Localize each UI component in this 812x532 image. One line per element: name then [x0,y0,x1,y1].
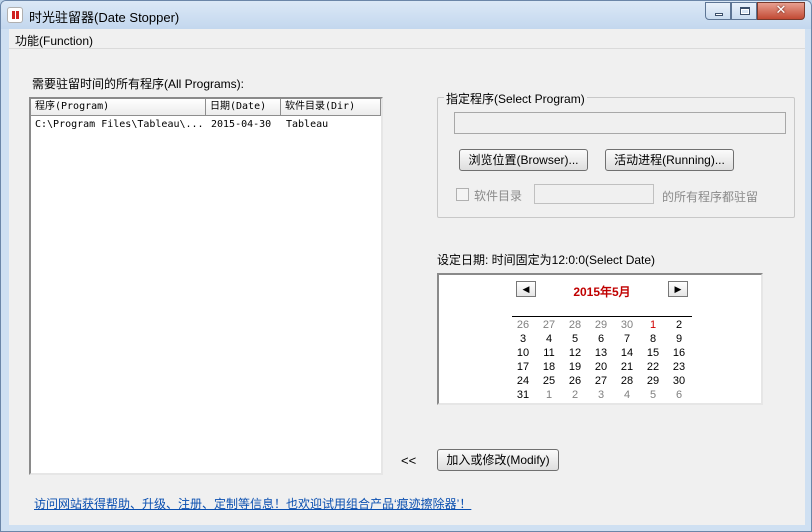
calendar-day[interactable]: 26 [562,374,588,388]
client-area: 功能(Function) 需要驻留时间的所有程序(All Programs): … [9,29,805,525]
calendar-day[interactable]: 16 [666,346,692,360]
calendar-day[interactable]: 30 [666,374,692,388]
cell-dir: Tableau [286,119,329,130]
column-header-dir[interactable]: 软件目录(Dir) [281,99,381,115]
calendar-day[interactable]: 10 [510,346,536,360]
calendar-week-row: 17 18 19 20 21 22 23 [510,360,692,374]
window-title: 时光驻留器(Date Stopper) [29,10,180,25]
date-calendar[interactable]: ◀ 2015年5月 ▶ 26 27 28 29 30 1 2 3 4 5 6 7 8 9 10 11 12 13 1… [437,273,763,405]
calendar-day[interactable]: 21 [614,360,640,374]
calendar-day[interactable]: 27 [536,318,562,332]
calendar-day[interactable]: 4 [614,388,640,402]
calendar-day[interactable]: 7 [614,332,640,346]
dir-checkbox-label: 软件目录 [474,189,523,203]
all-programs-label: 需要驻留时间的所有程序(All Programs): [32,77,245,91]
calendar-day[interactable]: 14 [614,346,640,360]
maximize-icon [740,7,750,15]
calendar-day[interactable]: 28 [614,374,640,388]
maximize-button[interactable] [731,2,757,20]
app-window: 时光驻留器(Date Stopper) ✕ 功能(Function) 需要驻留时… [0,0,812,532]
next-month-button[interactable]: ▶ [668,281,688,297]
calendar-day[interactable]: 5 [562,332,588,346]
calendar-day[interactable]: 5 [640,388,666,402]
prev-month-button[interactable]: ◀ [516,281,536,297]
dir-suffix-label: 的所有程序都驻留 [662,190,759,204]
modify-button[interactable]: 加入或修改(Modify) [437,449,559,471]
calendar-day[interactable]: 9 [666,332,692,346]
calendar-day[interactable]: 2 [666,318,692,332]
calendar-day[interactable]: 15 [640,346,666,360]
program-path-field[interactable] [454,112,786,134]
calendar-week-row: 3456789 [510,332,692,346]
calendar-divider [512,316,692,317]
running-process-button[interactable]: 活动进程(Running)... [605,149,734,171]
calendar-day[interactable]: 20 [588,360,614,374]
calendar-day[interactable]: 1 [536,388,562,402]
program-list[interactable]: 程序(Program) 日期(Date) 软件目录(Dir) C:\Progra… [29,97,383,475]
calendar-day[interactable]: 22 [640,360,666,374]
select-program-legend: 指定程序(Select Program) [444,90,587,107]
list-header: 程序(Program) 日期(Date) 软件目录(Dir) [31,99,381,116]
calendar-day[interactable]: 4 [536,332,562,346]
calendar-day[interactable]: 29 [588,318,614,332]
calendar-day[interactable]: 11 [536,346,562,360]
dir-checkbox[interactable] [456,188,469,201]
menu-function[interactable]: 功能(Function) [13,31,95,50]
calendar-day[interactable]: 8 [640,332,666,346]
calendar-day[interactable]: 31 [510,388,536,402]
calendar-week-row: 10 11 12 13 14 15 16 [510,346,692,360]
calendar-day[interactable]: 12 [562,346,588,360]
dir-field[interactable] [534,184,654,204]
calendar-day[interactable]: 30 [614,318,640,332]
calendar-day[interactable]: 17 [510,360,536,374]
cell-program: C:\Program Files\Tableau\... [35,119,204,130]
title-bar[interactable]: 时光驻留器(Date Stopper) ✕ [1,1,811,29]
list-item[interactable]: C:\Program Files\Tableau\... 2015-04-30 … [31,117,381,133]
calendar-day[interactable]: 26 [510,318,536,332]
calendar-day[interactable]: 28 [562,318,588,332]
calendar-day[interactable]: 24 [510,374,536,388]
date-label: 设定日期: 时间固定为12:0:0(Select Date) [437,253,656,267]
footer-help-link[interactable]: 访问网站获得帮助、升级、注册、定制等信息！也欢迎试用组合产品‘痕迹擦除器’！ [34,495,471,512]
calendar-week-row: 24 25 26 27 28 29 30 [510,374,692,388]
close-button[interactable]: ✕ [757,2,805,20]
minimize-button[interactable] [705,2,731,20]
cell-date: 2015-04-30 [211,119,272,130]
calendar-day[interactable]: 25 [536,374,562,388]
calendar-day[interactable]: 23 [666,360,692,374]
calendar-grid: 26 27 28 29 30 1 2 3 4 5 6 7 8 9 10 11 12 13 14 15 16 17 18 19 2… [510,318,692,402]
calendar-day[interactable]: 2 [562,388,588,402]
minimize-icon [715,13,723,16]
close-icon: ✕ [775,3,787,18]
calendar-day[interactable]: 13 [588,346,614,360]
menu-bar: 功能(Function) [9,29,805,49]
calendar-day[interactable]: 18 [536,360,562,374]
calendar-day[interactable]: 29 [640,374,666,388]
calendar-week-row: 31 1 2 3 4 5 6 [510,388,692,402]
column-header-program[interactable]: 程序(Program) [31,99,206,115]
column-header-date[interactable]: 日期(Date) [206,99,281,115]
calendar-day[interactable]: 1 [640,318,666,332]
calendar-day[interactable]: 27 [588,374,614,388]
select-program-group: 指定程序(Select Program) 浏览位置(Browser)... 活动… [437,90,795,218]
calendar-day[interactable]: 3 [510,332,536,346]
calendar-day[interactable]: 19 [562,360,588,374]
add-arrow-button[interactable]: << [401,453,416,468]
browse-button[interactable]: 浏览位置(Browser)... [459,149,588,171]
calendar-day[interactable]: 6 [666,388,692,402]
calendar-month-title: 2015年5月 [573,285,631,299]
calendar-day[interactable]: 6 [588,332,614,346]
app-icon [7,7,23,23]
calendar-week-row: 26 27 28 29 30 1 2 [510,318,692,332]
calendar-day[interactable]: 3 [588,388,614,402]
